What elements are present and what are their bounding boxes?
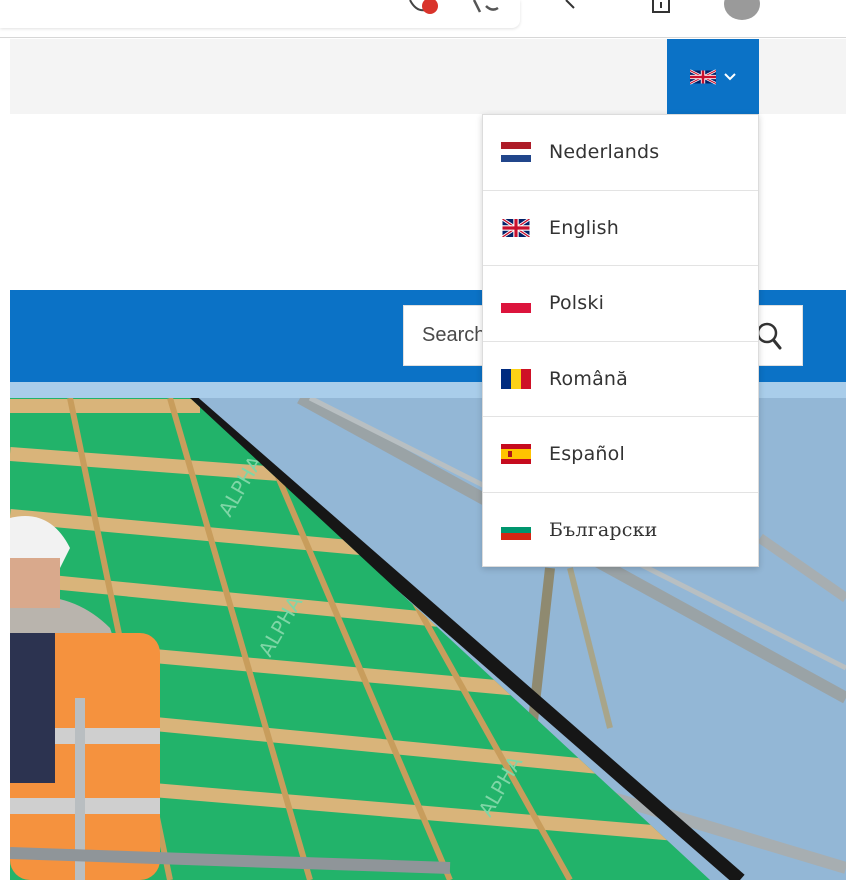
search-icon[interactable] <box>756 322 782 350</box>
language-label: Română <box>549 367 629 390</box>
share-icon[interactable] <box>650 0 672 16</box>
poland-flag-icon <box>501 293 531 314</box>
extension-icon[interactable] <box>472 0 506 16</box>
chevron-down-icon <box>724 72 736 80</box>
language-label: Español <box>549 443 625 466</box>
netherlands-flag-icon <box>501 142 531 163</box>
bulgaria-flag-icon <box>501 520 531 541</box>
uk-flag-icon <box>501 218 531 237</box>
profile-avatar-icon[interactable] <box>722 0 762 22</box>
uk-flag-icon <box>690 68 716 85</box>
romania-flag-icon <box>501 368 531 389</box>
language-option-polski[interactable]: Polski <box>483 266 758 342</box>
language-option-espanol[interactable]: Español <box>483 417 758 493</box>
language-dropdown-menu: Nederlands English Polski Română Español… <box>482 114 759 567</box>
language-label: English <box>549 216 620 239</box>
language-option-nederlands[interactable]: Nederlands <box>483 115 758 191</box>
language-selector-button[interactable] <box>667 39 759 114</box>
language-option-bulgarski[interactable]: Български <box>483 493 758 569</box>
language-label: Nederlands <box>549 141 660 164</box>
browser-toolbar <box>0 0 846 38</box>
blocked-notification-icon[interactable] <box>406 0 440 16</box>
language-label: Български <box>549 519 658 542</box>
language-option-romana[interactable]: Română <box>483 342 758 417</box>
spain-flag-icon <box>501 444 531 465</box>
language-option-english[interactable]: English <box>483 191 758 266</box>
play-icon[interactable] <box>562 0 584 16</box>
browser-address-area <box>0 0 520 28</box>
language-label: Polski <box>549 292 605 315</box>
